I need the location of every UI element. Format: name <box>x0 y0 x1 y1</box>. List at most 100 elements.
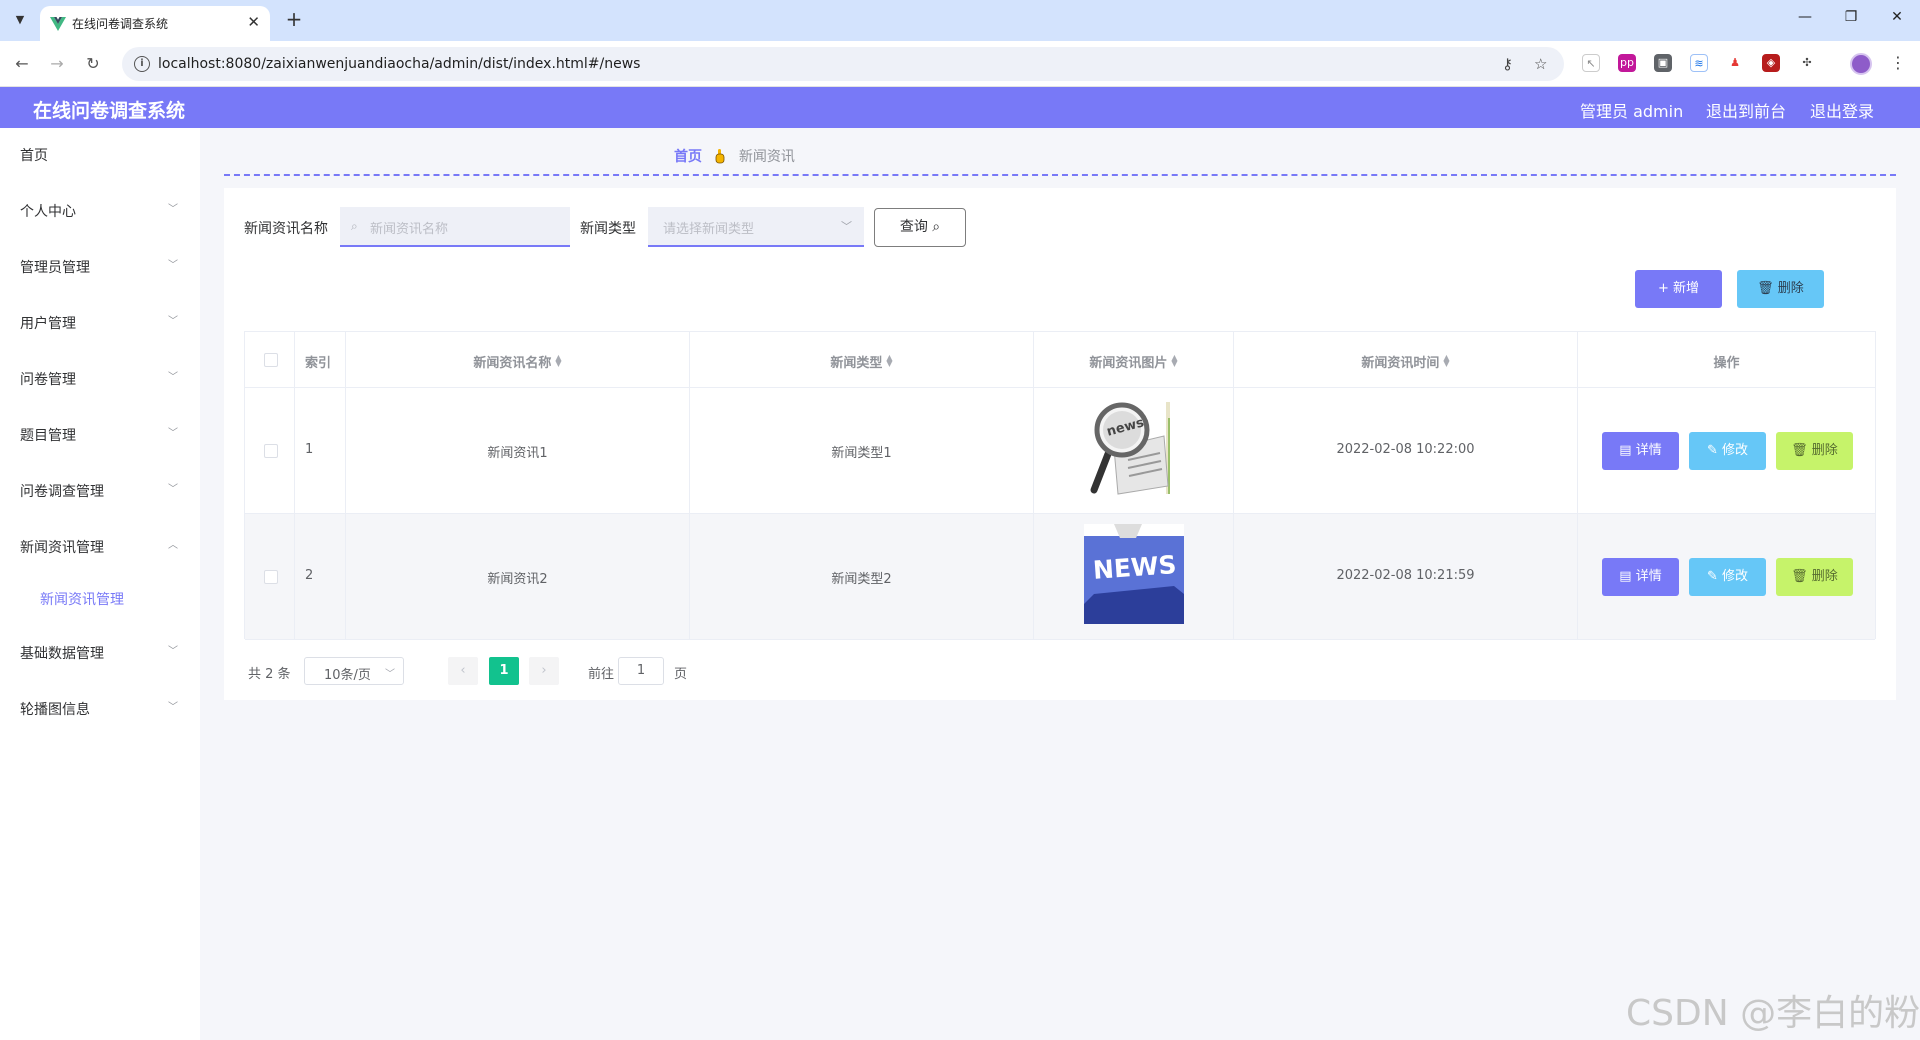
sidebar-item-label: 首页 <box>20 148 48 164</box>
url-text[interactable]: localhost:8080/zaixianwenjuandiaocha/adm… <box>158 56 640 72</box>
sidebar-item-label: 新闻资讯管理 <box>20 540 104 556</box>
new-tab-button[interactable]: + <box>282 8 306 32</box>
sidebar-item-label: 问卷管理 <box>20 372 76 388</box>
breadcrumb-divider <box>224 174 1896 176</box>
row-checkbox[interactable] <box>264 570 278 584</box>
add-news-button[interactable]: + 新增 <box>1635 270 1722 308</box>
table-header-row: 索引 新闻资讯名称 ▲ ▼ 新闻类型 ▲ ▼ 新闻资讯图片 ▲ ▼ 新闻资讯时间 ▲ ▼ 操作 <box>245 332 1875 388</box>
site-info-icon[interactable]: i <box>134 56 150 72</box>
goto-prefix: 前往 <box>588 667 615 682</box>
breadcrumb-home-link[interactable]: 首页 <box>674 149 702 165</box>
extension-game-icon[interactable]: ▣ <box>1654 54 1672 72</box>
tab-close-icon[interactable]: ✕ <box>247 13 260 31</box>
row-name-cell: 新闻资讯2 <box>346 514 690 639</box>
sidebar-item-home[interactable]: 首页 <box>0 134 200 174</box>
url-omnibox[interactable]: i localhost:8080/zaixianwenjuandiaocha/a… <box>122 47 1564 81</box>
news-name-input[interactable]: ⌕ 新闻资讯名称 <box>340 207 570 247</box>
delete-button[interactable]: 🗑 删除 <box>1776 558 1853 596</box>
tab-title: 在线问卷调查系统 <box>72 17 169 31</box>
batch-delete-button[interactable]: 🗑 删除 <box>1737 270 1824 308</box>
edit-button[interactable]: ✎ 修改 <box>1689 432 1766 470</box>
forward-arrow-icon[interactable]: → <box>45 52 69 76</box>
header-image-cell[interactable]: 新闻资讯图片 ▲ ▼ <box>1034 332 1234 387</box>
sidebar-item-label: 问卷调查管理 <box>20 484 104 500</box>
select-all-checkbox[interactable] <box>264 353 278 367</box>
sidebar-item-carousel[interactable]: 轮播图信息 ﹀ <box>0 688 200 728</box>
sidebar-menu: 首页 个人中心 ﹀ 管理员管理 ﹀ 用户管理 ﹀ 问卷管理 ﹀ 题目管理 ﹀ 问… <box>0 128 200 1040</box>
table-row: 2 新闻资讯2 新闻类型2 NEWS 2022-02-08 10:21:59 ▤… <box>245 514 1875 640</box>
page-size-select[interactable]: 10条/页 ﹀ <box>304 657 404 685</box>
chevron-up-icon: ︿ <box>168 540 178 551</box>
sidebar-subitem-news-management[interactable]: 新闻资讯管理 <box>0 578 200 618</box>
logout-link[interactable]: 退出登录 <box>1810 98 1874 122</box>
page-size-value: 10条/页 <box>324 668 371 683</box>
goto-page-input[interactable]: 1 <box>618 657 664 685</box>
extension-cursor-icon[interactable]: ↖ <box>1582 54 1600 72</box>
close-window-icon[interactable]: ✕ <box>1874 9 1920 25</box>
row-type-cell: 新闻类型1 <box>690 388 1034 513</box>
prev-page-button[interactable]: ‹ <box>448 657 478 685</box>
extensions-puzzle-icon[interactable]: ✣ <box>1798 54 1816 72</box>
header-time: 新闻资讯时间 ▲ ▼ <box>1361 353 1450 372</box>
sidebar-item-label: 个人中心 <box>20 204 76 220</box>
news-name-label: 新闻资讯名称 <box>244 221 328 237</box>
sidebar-item-label: 轮播图信息 <box>20 702 90 718</box>
sort-caret-icon: ▲ ▼ <box>1443 353 1450 368</box>
row-checkbox[interactable] <box>264 444 278 458</box>
sidebar-item-basic-data[interactable]: 基础数据管理 ﹀ <box>0 632 200 672</box>
browser-tab[interactable]: 在线问卷调查系统 ✕ <box>40 6 270 41</box>
chevron-down-icon: ﹀ <box>168 372 178 383</box>
news-type-select[interactable]: 请选择新闻类型 ﹀ <box>648 207 864 247</box>
sidebar-item-question-management[interactable]: 题目管理 ﹀ <box>0 414 200 454</box>
delete-button[interactable]: 🗑 删除 <box>1776 432 1853 470</box>
magnifier-news-image[interactable]: news <box>1084 398 1184 498</box>
news-table: 索引 新闻资讯名称 ▲ ▼ 新闻类型 ▲ ▼ 新闻资讯图片 ▲ ▼ 新闻资讯时间 ▲ ▼ 操作 <box>244 331 1876 640</box>
news-key-thumb-text: NEWS <box>1092 550 1177 585</box>
sidebar-item-personal-center[interactable]: 个人中心 ﹀ <box>0 190 200 230</box>
header-name-cell[interactable]: 新闻资讯名称 ▲ ▼ <box>346 332 690 387</box>
news-type-label: 新闻类型 <box>580 221 636 237</box>
chevron-down-icon: ﹀ <box>168 646 178 657</box>
row-index-cell: 2 <box>295 514 346 639</box>
detail-button[interactable]: ▤ 详情 <box>1602 558 1679 596</box>
reload-icon[interactable]: ↻ <box>81 52 105 76</box>
exit-to-front-link[interactable]: 退出到前台 <box>1706 98 1786 122</box>
admin-user-label: 管理员 admin <box>1580 102 1684 121</box>
row-time: 2022-02-08 10:22:00 <box>1336 442 1475 457</box>
browser-menu-icon[interactable]: ⋮ <box>1890 53 1906 72</box>
header-time-cell[interactable]: 新闻资讯时间 ▲ ▼ <box>1234 332 1578 387</box>
sidebar-item-user-management[interactable]: 用户管理 ﹀ <box>0 302 200 342</box>
chevron-down-icon: ﹀ <box>841 220 852 233</box>
extension-layers-icon[interactable]: ≋ <box>1690 54 1708 72</box>
row-type: 新闻类型2 <box>831 572 892 587</box>
query-button[interactable]: 查询 ⌕ <box>874 208 966 247</box>
restore-icon[interactable]: ❐ <box>1828 9 1874 25</box>
app-title: 在线问卷调查系统 <box>33 100 186 122</box>
extension-person-icon[interactable]: ♟ <box>1726 54 1744 72</box>
page-number-1[interactable]: 1 <box>489 657 519 685</box>
news-type-placeholder: 请选择新闻类型 <box>663 222 755 237</box>
row-index: 1 <box>305 442 314 457</box>
bookmark-star-icon[interactable]: ☆ <box>1534 55 1547 73</box>
profile-avatar[interactable] <box>1850 53 1872 75</box>
header-ops-cell: 操作 <box>1578 332 1875 387</box>
tab-list-chevron-icon[interactable]: ▼ <box>8 8 32 32</box>
header-select-cell <box>245 332 295 387</box>
extension-shield-icon[interactable]: ◈ <box>1762 54 1780 72</box>
sidebar-item-survey-management[interactable]: 问卷调查管理 ﹀ <box>0 470 200 510</box>
sidebar-item-questionnaire-management[interactable]: 问卷管理 ﹀ <box>0 358 200 398</box>
sidebar-item-news-management[interactable]: 新闻资讯管理 ︿ <box>0 526 200 566</box>
detail-button[interactable]: ▤ 详情 <box>1602 432 1679 470</box>
extension-pp-icon[interactable]: pp <box>1618 54 1636 72</box>
pagination-total: 共 2 条 <box>248 667 291 682</box>
edit-button[interactable]: ✎ 修改 <box>1689 558 1766 596</box>
header-index: 索引 <box>305 356 332 371</box>
header-type-cell[interactable]: 新闻类型 ▲ ▼ <box>690 332 1034 387</box>
minimize-icon[interactable]: — <box>1782 9 1828 25</box>
back-arrow-icon[interactable]: ← <box>10 52 34 76</box>
next-page-button[interactable]: › <box>529 657 559 685</box>
sidebar-item-label: 管理员管理 <box>20 260 90 276</box>
password-key-icon[interactable]: ⚷ <box>1502 55 1513 73</box>
sidebar-item-admin-management[interactable]: 管理员管理 ﹀ <box>0 246 200 286</box>
news-key-image[interactable]: NEWS <box>1084 524 1184 624</box>
